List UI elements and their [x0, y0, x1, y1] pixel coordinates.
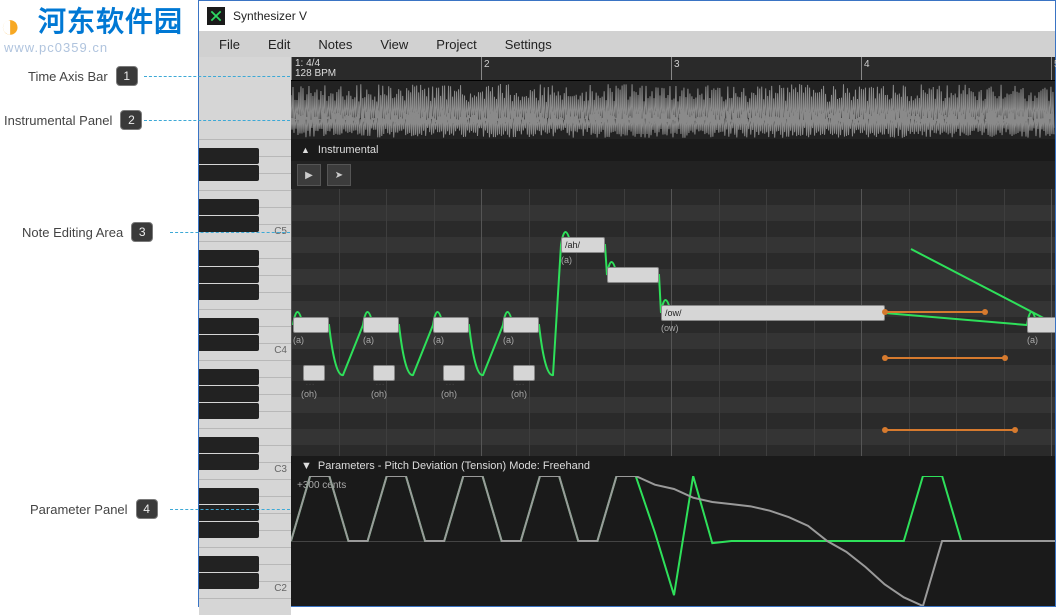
menu-edit[interactable]: Edit	[254, 33, 304, 56]
note[interactable]: /ow/	[661, 305, 885, 321]
automation-segment[interactable]	[885, 357, 1005, 359]
note[interactable]: /ah/	[561, 237, 605, 253]
menu-file[interactable]: File	[205, 33, 254, 56]
note[interactable]	[293, 317, 329, 333]
note[interactable]	[503, 317, 539, 333]
beat-number: 3	[674, 59, 680, 70]
pointer-tool-button[interactable]: ➤	[327, 164, 351, 186]
parameter-panel[interactable]: +300 cents	[291, 476, 1055, 606]
time-axis[interactable]: 1: 4/4 128 BPM 2345	[291, 57, 1055, 81]
key-label-c2: C2	[274, 583, 287, 594]
phoneme-label: (oh)	[441, 389, 457, 399]
automation-segment[interactable]	[885, 429, 1015, 431]
note-editing-area[interactable]: (a)…(oh)(a)…(oh)(a)…(oh)(a)…(oh)/ah/(a)/…	[291, 189, 1055, 456]
menu-settings[interactable]: Settings	[491, 33, 566, 56]
beat-number: 2	[484, 59, 490, 70]
annot-label-1: Time Axis Bar	[28, 69, 108, 84]
annot-label-2: Instrumental Panel	[4, 113, 112, 128]
gear-icon	[0, 7, 34, 41]
annot-label-3: Note Editing Area	[22, 225, 123, 240]
annot-badge-3: 3	[131, 222, 153, 242]
play-button[interactable]: ▶	[297, 164, 321, 186]
watermark-url: www.pc0359.cn	[4, 40, 108, 55]
watermark: 河东软件园 www.pc0359.cn	[0, 0, 183, 41]
instrumental-waveform[interactable]	[291, 81, 1055, 139]
beat-number: 4	[864, 59, 870, 70]
phoneme-label: (a)	[293, 335, 304, 345]
note[interactable]	[1027, 317, 1055, 333]
title-bar: Synthesizer V	[199, 1, 1055, 31]
param-scale-label: +300 cents	[297, 480, 346, 491]
collapse-down-icon[interactable]: ▼	[301, 460, 312, 472]
window-title: Synthesizer V	[233, 9, 307, 23]
parameter-title: Parameters - Pitch Deviation (Tension) M…	[318, 460, 590, 472]
note[interactable]	[363, 317, 399, 333]
collapse-up-icon[interactable]: ▲	[301, 145, 310, 155]
menu-view[interactable]: View	[366, 33, 422, 56]
menu-bar: File Edit Notes View Project Settings	[199, 31, 1055, 57]
automation-segment[interactable]	[885, 311, 985, 313]
app-window: Synthesizer V File Edit Notes View Proje…	[198, 0, 1056, 607]
phoneme-label: (a)	[363, 335, 374, 345]
tempo-label: 128 BPM	[295, 69, 336, 79]
annot-badge-2: 2	[120, 110, 142, 130]
note[interactable]	[433, 317, 469, 333]
annot-badge-1: 1	[116, 66, 138, 86]
phoneme-label: (oh)	[511, 389, 527, 399]
watermark-text: 河东软件园	[38, 6, 183, 37]
phoneme-label: (oh)	[301, 389, 317, 399]
key-label-c3: C3	[274, 464, 287, 475]
annot-badge-4: 4	[136, 499, 158, 519]
piano-keyboard[interactable]: C5C4C3C2	[199, 57, 291, 606]
phoneme-label: (a)	[1027, 335, 1038, 345]
menu-notes[interactable]: Notes	[304, 33, 366, 56]
phoneme-label: (ow)	[661, 323, 679, 333]
phoneme-label: (a)	[433, 335, 444, 345]
phoneme-label: (a)	[561, 255, 572, 265]
phoneme-label: (a)	[503, 335, 514, 345]
instrumental-header[interactable]: ▲ Instrumental	[291, 139, 1055, 161]
key-label-c4: C4	[274, 345, 287, 356]
annot-label-4: Parameter Panel	[30, 502, 128, 517]
parameter-header[interactable]: ▼ Parameters - Pitch Deviation (Tension)…	[291, 456, 1055, 476]
app-logo-icon	[207, 7, 225, 25]
phoneme-label: (oh)	[371, 389, 387, 399]
menu-project[interactable]: Project	[422, 33, 490, 56]
note[interactable]	[607, 267, 659, 283]
tool-row: ▶ ➤	[291, 161, 1055, 189]
instrumental-label: Instrumental	[318, 144, 379, 156]
